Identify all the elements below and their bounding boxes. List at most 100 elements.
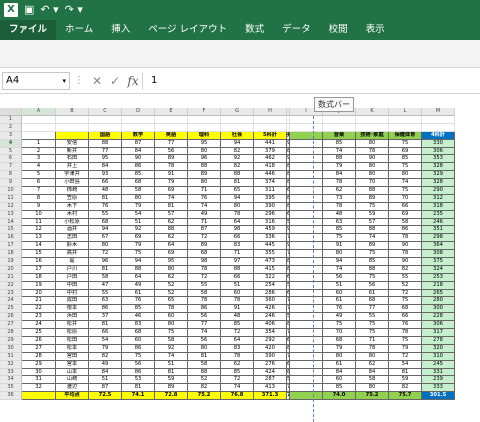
cell[interactable]: 74: [356, 234, 389, 243]
cell[interactable]: 58: [356, 376, 389, 385]
cell[interactable]: 82: [221, 147, 254, 156]
cell[interactable]: 55: [89, 289, 122, 298]
cell[interactable]: 418: [254, 163, 287, 172]
cell[interactable]: [290, 376, 323, 385]
cell[interactable]: 88: [356, 187, 389, 195]
cell[interactable]: 62: [356, 360, 389, 369]
cell[interactable]: 93: [89, 171, 122, 180]
cell[interactable]: 戸田: [56, 273, 89, 282]
cell[interactable]: 86: [122, 344, 155, 353]
cell[interactable]: 73: [323, 194, 356, 203]
row-header[interactable]: 23: [0, 289, 22, 298]
cell[interactable]: [290, 147, 323, 156]
cell[interactable]: 75: [389, 297, 422, 306]
cell[interactable]: 82: [188, 384, 221, 393]
cell[interactable]: 26: [22, 336, 56, 345]
cell[interactable]: 82: [389, 384, 422, 393]
cell[interactable]: 68: [323, 336, 356, 345]
row-header[interactable]: 16: [0, 234, 22, 243]
cell[interactable]: 6: [22, 179, 56, 188]
cell[interactable]: 74.1: [122, 392, 155, 401]
cell[interactable]: 80: [356, 139, 389, 148]
cell[interactable]: 51: [155, 360, 188, 369]
cell[interactable]: 80: [155, 265, 188, 274]
cell[interactable]: 16: [22, 258, 56, 266]
cell[interactable]: 66: [221, 273, 254, 282]
redo-icon[interactable]: ↷ ▾: [65, 0, 83, 20]
cell[interactable]: 88: [356, 265, 389, 274]
row-header[interactable]: 10: [0, 187, 22, 195]
cell[interactable]: 74.0: [323, 392, 356, 401]
row-header[interactable]: 2: [0, 123, 22, 132]
cell[interactable]: 宮本: [56, 360, 89, 369]
cell[interactable]: 89: [188, 242, 221, 251]
cell[interactable]: 80: [221, 202, 254, 211]
cell[interactable]: 97: [221, 258, 254, 266]
cell[interactable]: 85: [221, 321, 254, 330]
cell[interactable]: 278: [422, 336, 455, 345]
cell[interactable]: 62: [221, 360, 254, 369]
cell[interactable]: 65: [155, 297, 188, 306]
cell[interactable]: 316: [254, 218, 287, 227]
cell[interactable]: 420: [254, 344, 287, 353]
cell[interactable]: 426: [254, 305, 287, 314]
cell[interactable]: 90: [389, 242, 422, 251]
cell[interactable]: 308: [422, 250, 455, 259]
cell[interactable]: 85: [323, 226, 356, 235]
cell[interactable]: 96: [89, 258, 122, 266]
cell[interactable]: 87: [89, 384, 122, 393]
cell[interactable]: 62: [155, 234, 188, 243]
cell[interactable]: [155, 123, 188, 132]
cell[interactable]: 60: [155, 313, 188, 322]
cell[interactable]: 技術･家庭: [356, 131, 389, 140]
cell[interactable]: [290, 218, 323, 227]
cell[interactable]: 81: [89, 265, 122, 274]
cell[interactable]: 12: [22, 226, 56, 235]
row-header[interactable]: 1: [0, 116, 22, 124]
cell[interactable]: 79: [122, 242, 155, 251]
cell[interactable]: [122, 116, 155, 124]
cell[interactable]: 88: [122, 265, 155, 274]
row-header[interactable]: 6: [0, 155, 22, 164]
cell[interactable]: 80: [188, 147, 221, 156]
cell[interactable]: [290, 329, 323, 337]
cell[interactable]: 66: [389, 313, 422, 322]
cell[interactable]: 59: [389, 376, 422, 385]
cell[interactable]: 78: [188, 297, 221, 306]
cell[interactable]: [389, 116, 422, 124]
cell[interactable]: 78: [188, 265, 221, 274]
cell[interactable]: 77: [356, 305, 389, 314]
cell[interactable]: 中田: [56, 281, 89, 290]
column-header[interactable]: M: [422, 108, 455, 116]
cell[interactable]: [290, 289, 323, 298]
cell[interactable]: 79: [155, 179, 188, 188]
cell[interactable]: 75: [356, 329, 389, 337]
column-header[interactable]: E: [155, 108, 188, 116]
cell[interactable]: 64: [221, 218, 254, 227]
cell[interactable]: 333: [422, 384, 455, 393]
cell[interactable]: [389, 123, 422, 132]
cell[interactable]: 87: [188, 226, 221, 235]
cell[interactable]: [290, 368, 323, 377]
cell[interactable]: [290, 336, 323, 345]
cell[interactable]: 80: [356, 352, 389, 361]
cell[interactable]: [290, 194, 323, 203]
cell[interactable]: 石田: [56, 155, 89, 164]
cell[interactable]: 75: [356, 273, 389, 282]
cell[interactable]: 81: [89, 321, 122, 330]
save-icon[interactable]: ▣: [24, 0, 34, 20]
row-header[interactable]: 22: [0, 281, 22, 290]
cell[interactable]: 68: [122, 179, 155, 188]
cell[interactable]: 37: [89, 313, 122, 322]
cell[interactable]: 74: [188, 329, 221, 337]
cell[interactable]: 94: [323, 258, 356, 266]
cell[interactable]: 95: [89, 155, 122, 164]
cell[interactable]: 31: [22, 376, 56, 385]
cell[interactable]: 59: [155, 376, 188, 385]
cell[interactable]: 445: [254, 242, 287, 251]
cell[interactable]: 保健体育: [389, 131, 422, 140]
row-header[interactable]: 3: [0, 131, 22, 140]
cell[interactable]: 390: [254, 352, 287, 361]
cell[interactable]: 375: [422, 258, 455, 266]
cell[interactable]: 292: [254, 336, 287, 345]
